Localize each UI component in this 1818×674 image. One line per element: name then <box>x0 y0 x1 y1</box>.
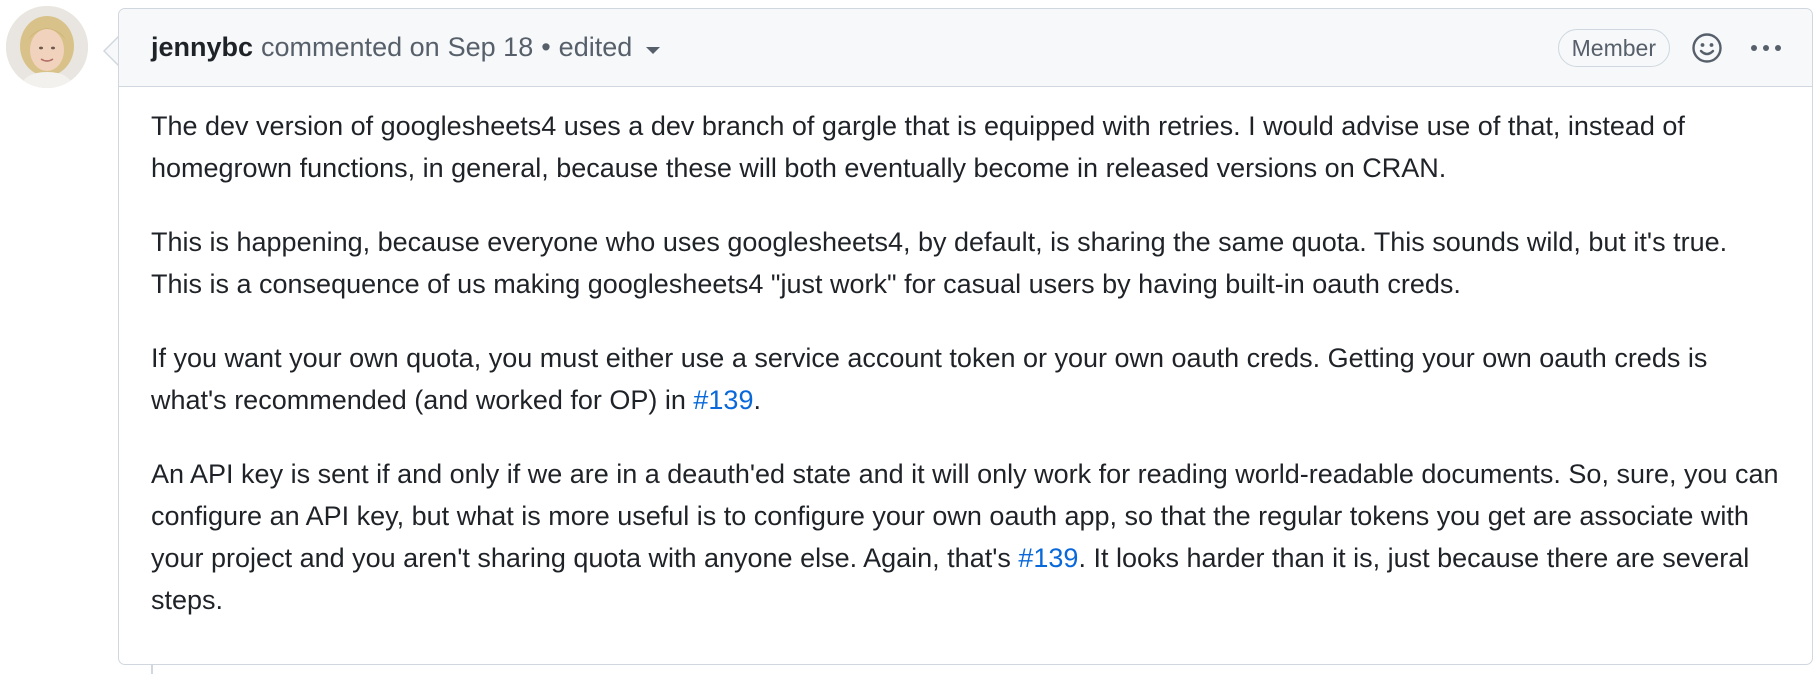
header-actions: Member <box>1557 9 1782 86</box>
issue-link-139[interactable]: #139 <box>693 385 753 415</box>
comment-paragraph: The dev version of googlesheets4 uses a … <box>151 111 1685 183</box>
user-avatar-icon <box>6 6 88 88</box>
comment-action-text: commented on <box>261 32 440 62</box>
comment-card: jennybc commented on Sep 18 • edited Mem… <box>118 8 1813 665</box>
edited-label: edited <box>558 32 633 62</box>
comment-date-link[interactable]: Sep 18 <box>448 32 534 63</box>
separator-dot: • <box>541 32 551 62</box>
paragraph-text: . <box>753 385 761 415</box>
role-badge: Member <box>1557 28 1670 67</box>
comment-paragraph: This is happening, because everyone who … <box>151 227 1728 299</box>
avatar[interactable] <box>6 6 88 88</box>
author-link[interactable]: jennybc <box>151 32 253 63</box>
comment-header: jennybc commented on Sep 18 • edited Mem… <box>119 9 1812 87</box>
paragraph-text: If you want your own quota, you must eit… <box>151 343 1708 415</box>
edited-history-dropdown[interactable]: edited <box>559 32 661 63</box>
comment-paragraph: If you want your own quota, you must eit… <box>151 337 1780 421</box>
kebab-horizontal-icon[interactable] <box>1750 43 1782 53</box>
comment-paragraph: An API key is sent if and only if we are… <box>151 453 1780 621</box>
smiley-icon[interactable] <box>1690 31 1724 65</box>
caret-down-icon <box>646 46 661 54</box>
issue-link-139[interactable]: #139 <box>1018 543 1078 573</box>
comment-body: The dev version of googlesheets4 uses a … <box>119 87 1812 621</box>
